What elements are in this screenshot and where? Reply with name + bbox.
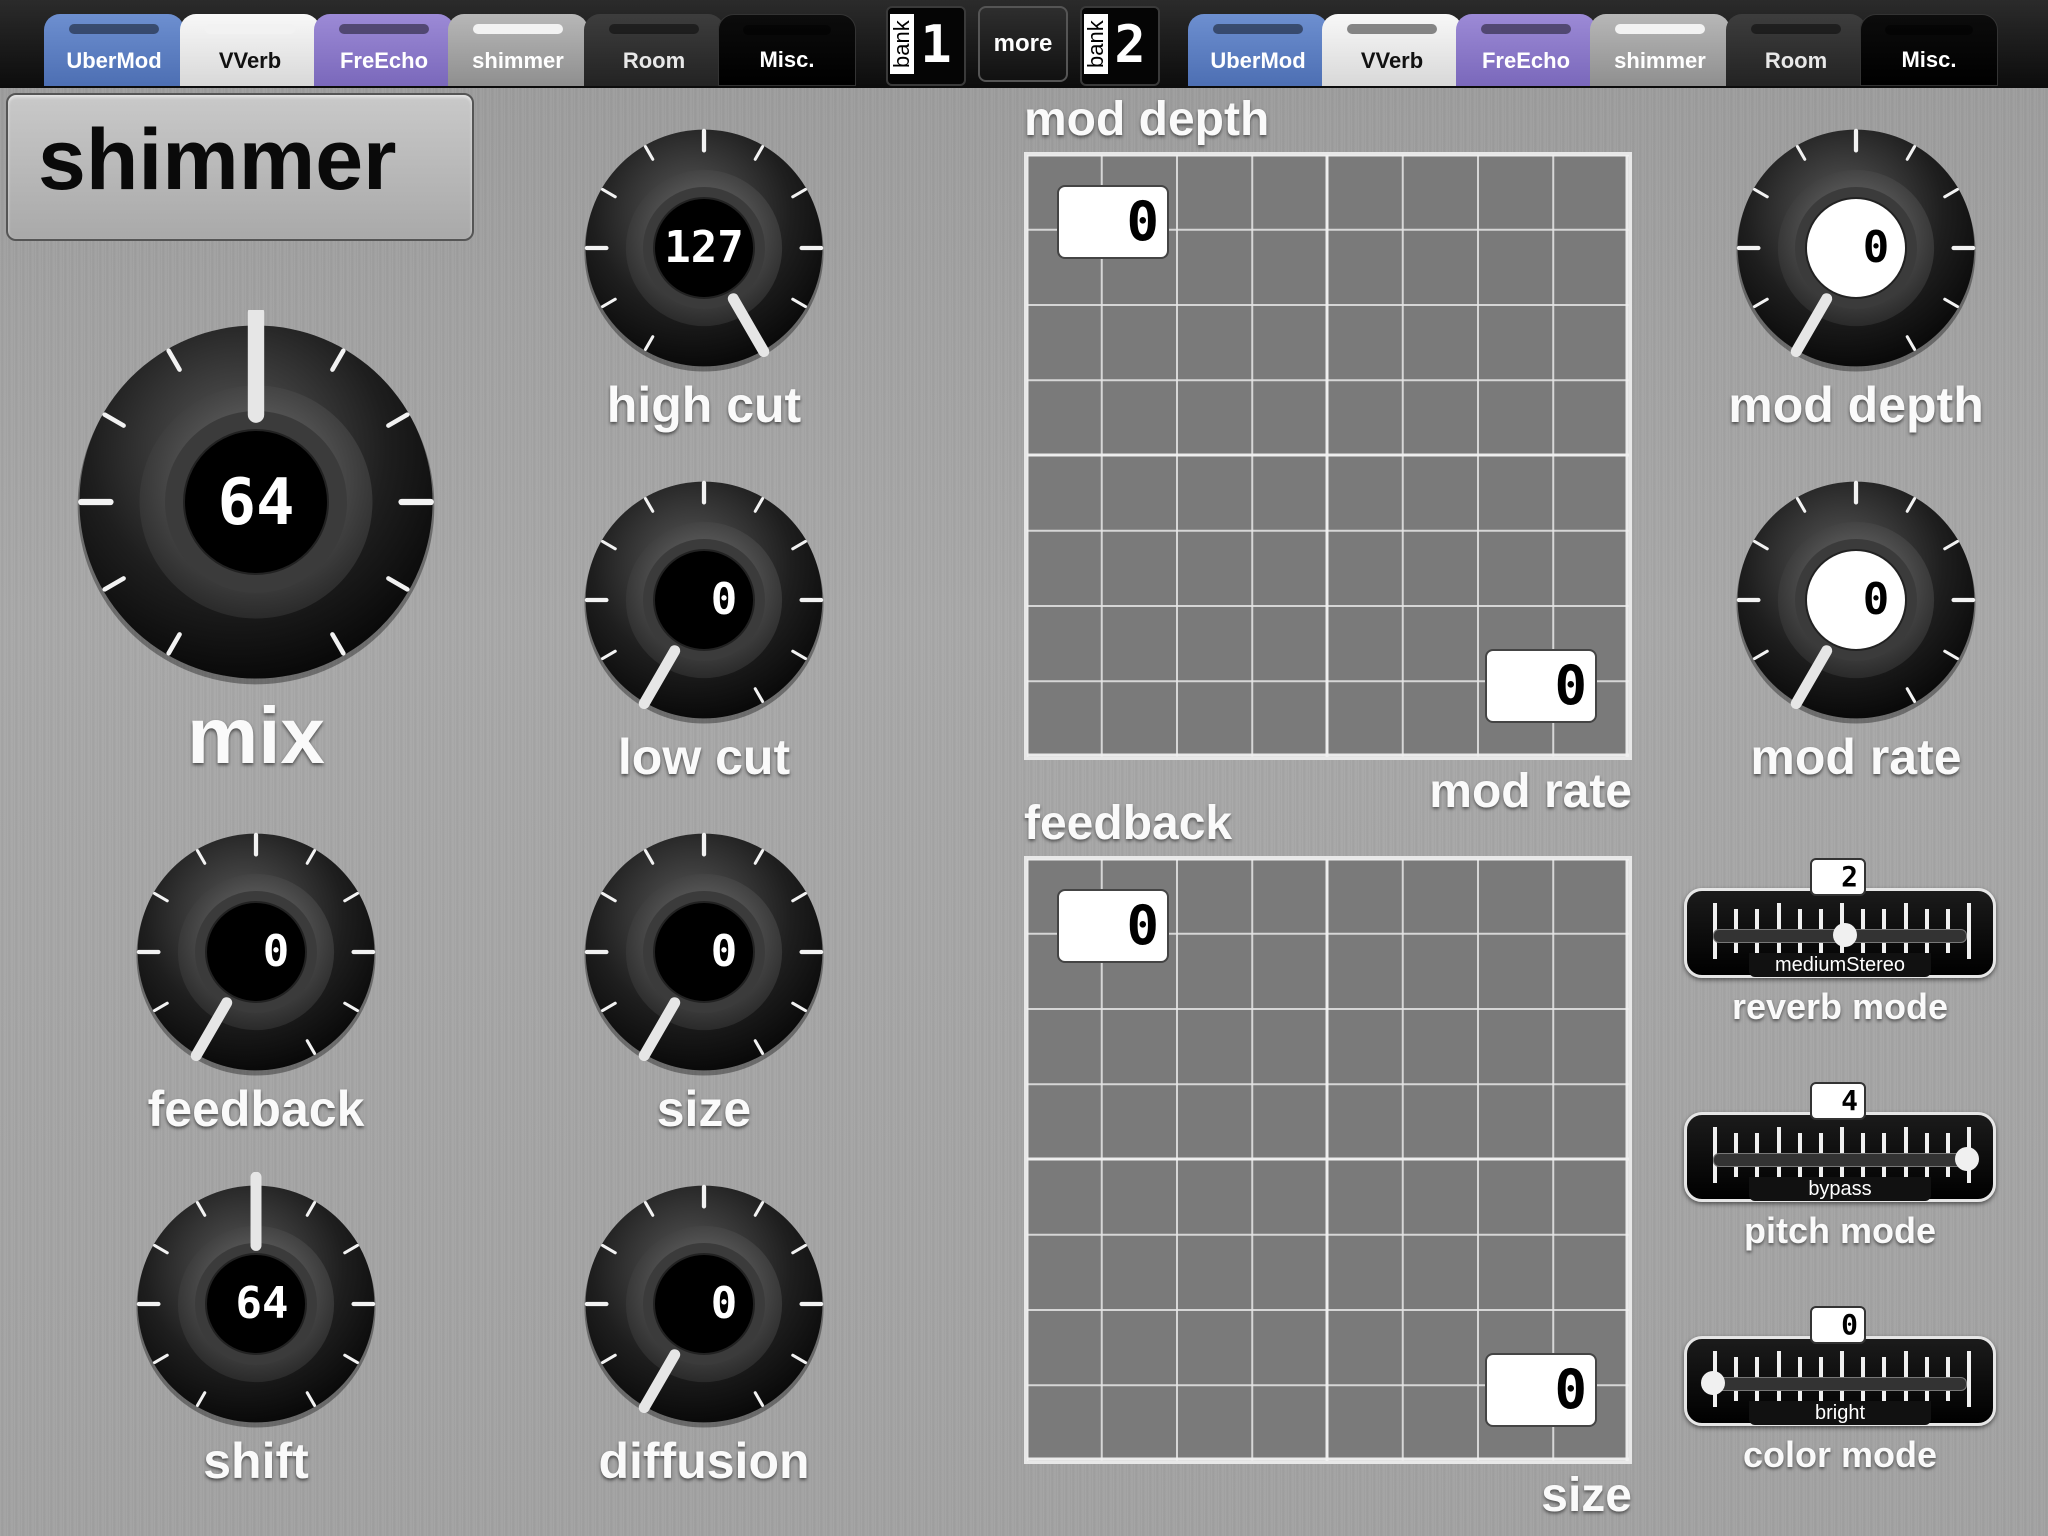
preset-title: shimmer xyxy=(38,112,397,208)
tab-room-left[interactable]: Room xyxy=(584,14,724,86)
bottom-pad-x-label: size xyxy=(1541,1469,1632,1522)
tab-misc-left[interactable]: Misc. xyxy=(718,14,856,86)
slider-thumb[interactable] xyxy=(1833,923,1858,947)
reverb-mode-value: 2 xyxy=(1810,858,1866,896)
pitch-mode-label: pitch mode xyxy=(1743,1210,1936,1251)
reverb-mode-label: reverb mode xyxy=(1731,986,1949,1027)
bottom-pad-y-value: 0 xyxy=(1057,889,1169,963)
reverb-mode-name: mediumStereo xyxy=(1749,953,1931,977)
color-mode-name: bright xyxy=(1749,1401,1931,1425)
mod-depth-label: mod depth xyxy=(1728,377,1984,433)
mod-rate-label: mod rate xyxy=(1750,729,1962,785)
bottom-pad-x-value: 0 xyxy=(1485,1353,1597,1427)
bank-1-selector[interactable]: bank 1 xyxy=(886,6,966,86)
tab-label: UberMod xyxy=(66,48,162,73)
tab-freecho-left[interactable]: FreEcho xyxy=(314,14,454,86)
feedback-label: feedback xyxy=(147,1081,365,1137)
bottom-xy-pad[interactable]: 0 0 xyxy=(1024,856,1632,1464)
bank-number: 1 xyxy=(920,15,952,75)
color-mode-slider[interactable]: bright xyxy=(1684,1336,1996,1426)
diffusion-value: 0 xyxy=(710,1278,738,1329)
top-pad-x-label: mod rate xyxy=(1429,765,1632,818)
top-pad-y-value: 0 xyxy=(1057,185,1169,259)
pitch-mode-value: 4 xyxy=(1810,1082,1866,1120)
slider-track xyxy=(1713,1153,1967,1167)
mix-value: 64 xyxy=(217,466,295,540)
tab-label: Misc. xyxy=(1901,47,1957,72)
slider-thumb[interactable] xyxy=(1701,1371,1725,1395)
tab-label: VVerb xyxy=(218,48,282,73)
tab-shimmer-right[interactable]: shimmer xyxy=(1590,14,1730,86)
bottom-pad-y-label: feedback xyxy=(1024,797,1233,850)
pitch-mode-slider[interactable]: bypass xyxy=(1684,1112,1996,1202)
tab-label: shimmer xyxy=(1614,48,1706,73)
tab-room-right[interactable]: Room xyxy=(1726,14,1866,86)
tab-freecho-right[interactable]: FreEcho xyxy=(1456,14,1596,86)
bank-number: 2 xyxy=(1114,15,1146,75)
color-mode-label: color mode xyxy=(1742,1434,1938,1475)
high-cut-value: 127 xyxy=(664,222,744,273)
tab-label: Misc. xyxy=(759,47,815,72)
top-bar: UberMod VVerb FreEcho shimmer Room Misc.… xyxy=(0,0,2048,88)
tab-label: UberMod xyxy=(1210,48,1306,73)
reverb-mode-slider[interactable]: mediumStereo xyxy=(1684,888,1996,978)
bank-2-selector[interactable]: bank 2 xyxy=(1080,6,1160,86)
tab-misc-right[interactable]: Misc. xyxy=(1860,14,1998,86)
preset-title-box: shimmer xyxy=(6,93,474,241)
mix-label: mix xyxy=(187,691,325,780)
tab-label: Room xyxy=(1764,48,1828,73)
shift-value: 64 xyxy=(235,1278,289,1329)
slider-thumb[interactable] xyxy=(1955,1147,1979,1171)
slider-track xyxy=(1713,1377,1967,1391)
diffusion-label: diffusion xyxy=(598,1433,810,1489)
tab-label: Room xyxy=(622,48,686,73)
tab-label: FreEcho xyxy=(1481,48,1571,73)
mod-depth-value: 0 xyxy=(1862,222,1890,273)
high-cut-label: high cut xyxy=(606,377,802,433)
color-mode-value: 0 xyxy=(1810,1306,1866,1344)
size-label: size xyxy=(656,1081,752,1137)
tab-shimmer-left[interactable]: shimmer xyxy=(448,14,588,86)
tab-label: VVerb xyxy=(1360,48,1424,73)
tab-vverb-left[interactable]: VVerb xyxy=(180,14,320,86)
slider-tick xyxy=(1967,903,1971,959)
low-cut-value: 0 xyxy=(710,574,738,625)
bank-word: bank xyxy=(1083,14,1108,74)
feedback-value: 0 xyxy=(262,926,290,977)
bank-word: bank xyxy=(889,14,914,74)
tab-label: FreEcho xyxy=(339,48,429,73)
top-xy-pad[interactable]: 0 0 xyxy=(1024,152,1632,760)
tab-ubermod-left[interactable]: UberMod xyxy=(44,14,184,86)
low-cut-label: low cut xyxy=(617,729,791,785)
tab-vverb-right[interactable]: VVerb xyxy=(1322,14,1462,86)
mod-rate-value: 0 xyxy=(1862,574,1890,625)
top-pad-y-label: mod depth xyxy=(1024,93,1270,146)
shift-label: shift xyxy=(203,1433,309,1489)
size-value: 0 xyxy=(710,926,738,977)
pitch-mode-name: bypass xyxy=(1749,1177,1931,1201)
tab-label: shimmer xyxy=(472,48,564,73)
more-button[interactable]: more xyxy=(978,6,1068,82)
slider-tick xyxy=(1967,1351,1971,1407)
top-pad-x-value: 0 xyxy=(1485,649,1597,723)
tab-ubermod-right[interactable]: UberMod xyxy=(1188,14,1328,86)
